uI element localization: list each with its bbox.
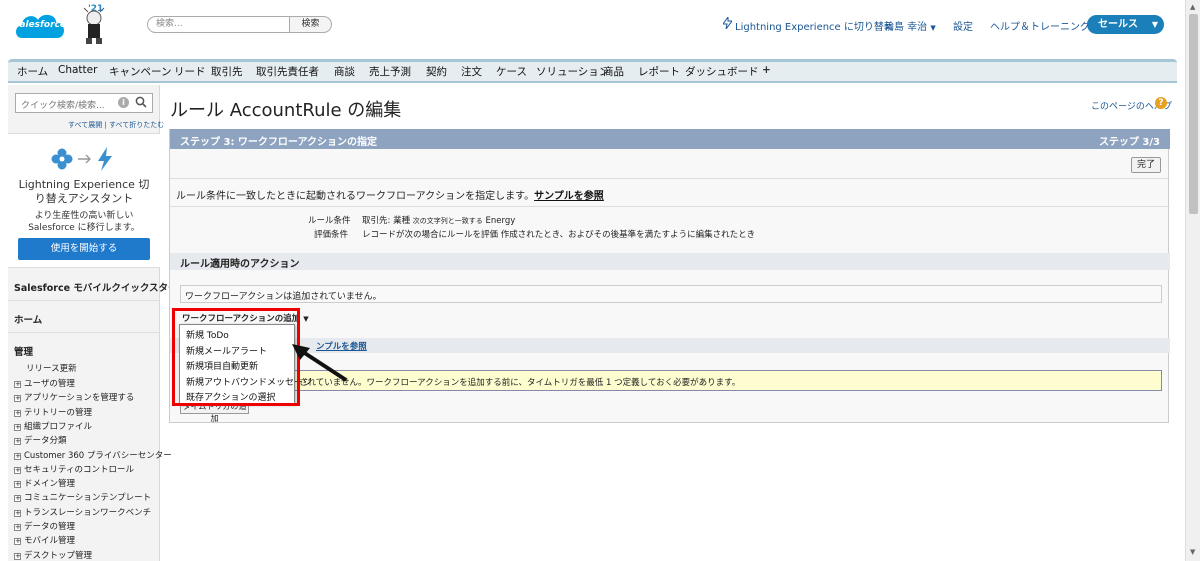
- caret-down-icon: ▼: [303, 315, 309, 323]
- tab-7[interactable]: 売上予測: [369, 64, 411, 79]
- quick-search-input[interactable]: クイック検索/検索...: [15, 93, 153, 113]
- get-started-button[interactable]: 使用を開始する: [18, 238, 150, 260]
- salesforce-logo[interactable]: salesforce: [12, 8, 68, 46]
- expand-icon[interactable]: +: [14, 466, 21, 474]
- sidebar-item[interactable]: + 組織プロファイル: [14, 420, 92, 432]
- expand-icon[interactable]: +: [14, 381, 21, 388]
- release-update-link[interactable]: リリース更新: [26, 362, 77, 374]
- sidebar-item[interactable]: + Customer 360 プライバシーセンター: [14, 449, 172, 461]
- expand-icon[interactable]: +: [14, 395, 21, 403]
- global-search-button[interactable]: 検索: [290, 16, 332, 33]
- mobile-quickstart-link[interactable]: Salesforce モバイルクイックスタート: [14, 280, 187, 294]
- user-menu[interactable]: 輪島 幸治 ▼: [884, 18, 936, 33]
- tab-15[interactable]: +: [762, 64, 771, 76]
- tab-3[interactable]: リード: [174, 64, 206, 79]
- done-button[interactable]: 完了: [1131, 157, 1161, 173]
- tab-14[interactable]: ダッシュボード: [685, 64, 759, 79]
- evaluation-label: 評価条件: [313, 230, 348, 240]
- global-search-input[interactable]: 検索...: [147, 16, 290, 33]
- expand-icon[interactable]: +: [14, 552, 21, 560]
- mascot-icon: [76, 6, 112, 46]
- rule-condition-label: ルール条件: [308, 216, 351, 226]
- collapse-all-link[interactable]: すべて折りたたむ: [109, 121, 164, 129]
- sidebar-item[interactable]: + モバイル管理: [14, 534, 75, 546]
- rule-condition-value: 取引先: 業種 次の文字列と一致する Energy: [362, 216, 516, 226]
- expand-icon[interactable]: +: [14, 524, 21, 531]
- sample-link[interactable]: サンプルを参照: [534, 191, 604, 202]
- help-icon[interactable]: ?: [1155, 97, 1167, 109]
- divider: [170, 178, 1170, 179]
- tab-9[interactable]: 注文: [461, 64, 482, 79]
- lightning-assistant-title: Lightning Experience 切り替えアシスタント: [18, 178, 150, 205]
- info-icon[interactable]: i: [118, 97, 129, 108]
- tab-8[interactable]: 契約: [426, 64, 447, 79]
- expand-icon[interactable]: +: [14, 495, 21, 503]
- global-header: salesforce '21 検索... 検索 Lightning Experi…: [0, 0, 1185, 58]
- lightning-migration-icon: [50, 146, 120, 172]
- tab-4[interactable]: 取引先: [211, 64, 243, 79]
- expand-icon[interactable]: +: [14, 423, 21, 431]
- sidebar-divider: [8, 300, 160, 301]
- scroll-thumb[interactable]: [1189, 14, 1198, 214]
- sidebar-item[interactable]: + セキュリティのコントロール: [14, 463, 134, 475]
- vertical-scrollbar[interactable]: ▲ ▼: [1185, 0, 1200, 561]
- actions-section-header: ルール適用時のアクション: [170, 253, 1170, 270]
- no-actions-message: ワークフローアクションは追加されていません。: [180, 285, 1162, 303]
- highlight-box: [172, 308, 300, 406]
- sidebar-item[interactable]: + トランスレーションワークベンチ: [14, 506, 151, 518]
- sidebar-item[interactable]: + ドメイン管理: [14, 477, 75, 489]
- lightning-assistant-box: Lightning Experience 切り替えアシスタント より生産性の高い…: [8, 133, 160, 268]
- sidebar-item[interactable]: + ユーザの管理: [14, 377, 75, 389]
- search-icon[interactable]: [135, 96, 147, 111]
- sidebar-admin-heading: 管理: [14, 347, 34, 358]
- expand-all-link[interactable]: すべて展開: [68, 121, 102, 129]
- expand-collapse-links: すべて展開 | すべて折りたたむ: [68, 121, 165, 129]
- lightning-assistant-subtitle: より生産性の高い新しい Salesforce に移行します。: [28, 211, 140, 233]
- expand-icon[interactable]: +: [14, 438, 21, 446]
- scroll-up-icon[interactable]: ▲: [1190, 3, 1195, 11]
- help-training-link[interactable]: ヘルプ＆トレーニング: [990, 18, 1090, 33]
- sidebar-home-link[interactable]: ホーム: [14, 312, 42, 326]
- expand-icon[interactable]: +: [14, 452, 21, 460]
- evaluation-value: レコードが次の場合にルールを評価 作成されたとき、およびその後基準を満たすように…: [362, 230, 756, 240]
- tab-10[interactable]: ケース: [496, 64, 527, 79]
- sidebar-item[interactable]: + テリトリーの管理: [14, 406, 92, 418]
- tab-6[interactable]: 商談: [334, 64, 355, 79]
- sidebar-divider: [8, 332, 160, 333]
- sidebar-item[interactable]: + デスクトップ管理: [14, 549, 92, 561]
- expand-icon[interactable]: +: [14, 409, 21, 417]
- tab-bar: ホーム Chatter キャンペーン リード 取引先 取引先責任者 商談 売上予測 契約 注文 ケー…: [8, 59, 1177, 83]
- sidebar-item[interactable]: + データの管理: [14, 520, 75, 532]
- sidebar-item[interactable]: + アプリケーションを管理する: [14, 391, 134, 403]
- tab-0[interactable]: ホーム: [17, 64, 48, 79]
- time-trigger-warning: されていません。ワークフローアクションを追加する前に、タイムトリガを最低 1 つ…: [290, 370, 1162, 391]
- scroll-down-icon[interactable]: ▼: [1190, 548, 1195, 556]
- app-switcher[interactable]: セールス ▼: [1087, 15, 1164, 34]
- caret-down-icon: ▼: [1151, 20, 1158, 29]
- lightning-bolt-icon: [722, 15, 733, 32]
- tab-5[interactable]: 取引先責任者: [256, 64, 319, 79]
- switch-lightning-link[interactable]: Lightning Experience に切り替え: [735, 18, 894, 33]
- setup-link[interactable]: 設定: [953, 18, 973, 33]
- expand-icon[interactable]: +: [14, 509, 21, 517]
- tab-1[interactable]: Chatter: [58, 64, 97, 76]
- tab-12[interactable]: 商品: [603, 64, 624, 79]
- sidebar: クイック検索/検索... i すべて展開 | すべて折りたたむ Lightnin…: [8, 85, 187, 561]
- page-title: ルール AccountRule の編集: [170, 100, 402, 121]
- expand-icon[interactable]: +: [14, 538, 21, 546]
- step-header: ステップ 3: ワークフローアクションの指定 ステップ 3/3: [170, 129, 1170, 149]
- sidebar-item[interactable]: + データ分類: [14, 434, 67, 446]
- step-number: ステップ 3/3: [1098, 137, 1160, 148]
- annotation-arrow-icon: [292, 344, 348, 382]
- caret-down-icon: ▼: [930, 24, 936, 32]
- step-description: ルール条件に一致したときに起動されるワークフローアクションを指定します。サンプル…: [176, 191, 604, 202]
- step-title: ステップ 3: ワークフローアクションの指定: [180, 137, 378, 148]
- sidebar-item[interactable]: + コミュニケーションテンプレート: [14, 491, 151, 503]
- expand-icon[interactable]: +: [14, 481, 21, 489]
- tab-13[interactable]: レポート: [638, 64, 680, 79]
- divider: [170, 206, 1170, 207]
- tab-11[interactable]: ソリューション: [536, 64, 609, 79]
- tab-2[interactable]: キャンペーン: [109, 64, 171, 79]
